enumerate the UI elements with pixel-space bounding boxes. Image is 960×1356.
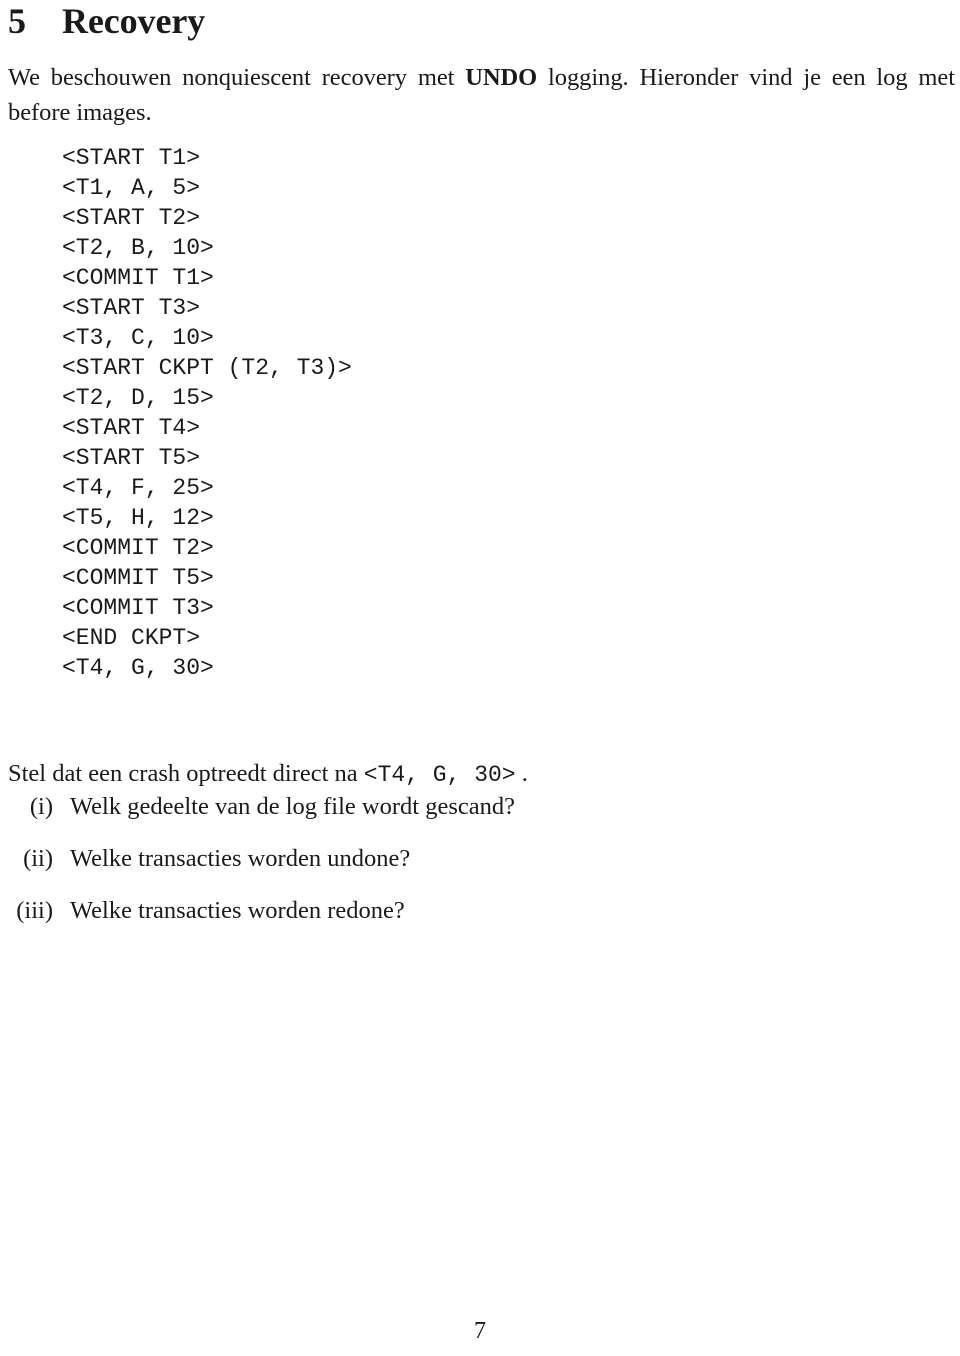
section-number: 5 <box>8 1 26 41</box>
log-listing: <START T1> <T1, A, 5> <START T2> <T2, B, 10… <box>62 143 352 683</box>
log-line: <T4, F, 25> <box>62 475 214 501</box>
question-list: (i) Welk gedeelte van de log file wordt g… <box>8 789 908 945</box>
log-line: <START T3> <box>62 295 201 321</box>
log-line: <END CKPT> <box>62 625 201 651</box>
log-line: <START T1> <box>62 145 201 171</box>
section-title: Recovery <box>62 1 206 41</box>
question-text: Welk gedeelte van de log file wordt gesc… <box>70 793 515 820</box>
crash-text-before-code: Stel dat een crash optreedt direct na <box>8 759 364 787</box>
log-line: <T1, A, 5> <box>62 175 201 201</box>
log-line: <T2, B, 10> <box>62 235 214 261</box>
intro-text-before-bold: We beschouwen nonquiescent recovery met <box>8 64 466 91</box>
intro-bold-term: UNDO <box>465 64 538 91</box>
question-text: Welke transacties worden undone? <box>70 845 411 872</box>
question-item: (ii) Welke transacties worden undone? <box>8 841 908 876</box>
log-line: <START T5> <box>62 445 201 471</box>
question-item: (iii) Welke transacties worden redone? <box>8 893 908 928</box>
page-title: 5 Recovery <box>8 0 956 42</box>
question-item: (i) Welk gedeelte van de log file wordt g… <box>8 789 908 824</box>
log-line: <T5, H, 12> <box>62 505 214 531</box>
log-line: <COMMIT T5> <box>62 565 214 591</box>
question-text: Welke transacties worden redone? <box>70 897 405 924</box>
log-line: <START CKPT (T2, T3)> <box>62 355 352 381</box>
crash-text-after-code: . <box>515 759 528 787</box>
log-line: <T2, D, 15> <box>62 385 214 411</box>
question-marker: (ii) <box>23 845 53 872</box>
crash-log-record: <T4, G, 30> <box>363 761 516 788</box>
crash-paragraph: Stel dat een crash optreedt direct na <T… <box>8 756 955 793</box>
log-line: <COMMIT T1> <box>62 265 214 291</box>
log-line: <START T4> <box>62 415 201 441</box>
log-line: <T4, G, 30> <box>62 655 214 681</box>
document-page: 5 Recovery We beschouwen nonquiescent rec… <box>0 0 960 1356</box>
question-marker: (i) <box>29 793 53 820</box>
log-line: <T3, C, 10> <box>62 325 214 351</box>
question-marker: (iii) <box>16 897 53 924</box>
log-line: <COMMIT T2> <box>62 535 214 561</box>
intro-paragraph: We beschouwen nonquiescent recovery met … <box>8 60 955 130</box>
log-line: <COMMIT T3> <box>62 595 214 621</box>
page-number: 7 <box>474 1318 486 1344</box>
log-line: <START T2> <box>62 205 201 231</box>
